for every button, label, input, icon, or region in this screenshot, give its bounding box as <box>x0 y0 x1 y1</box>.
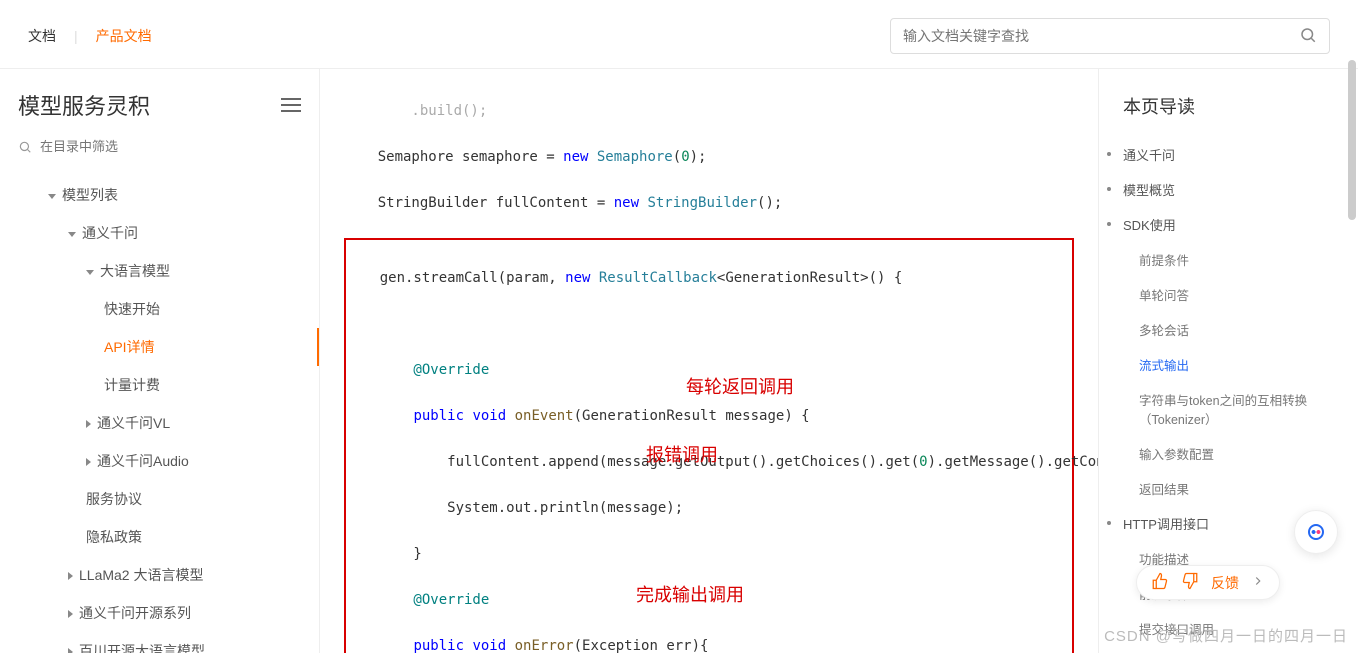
tree-service[interactable]: 服务协议 <box>18 480 301 518</box>
tree-model-list[interactable]: 模型列表 <box>18 176 301 214</box>
doc-search[interactable] <box>890 18 1330 54</box>
tree-tongyi-vl[interactable]: 通义千问VL <box>18 404 301 442</box>
toc-single[interactable]: 单轮问答 <box>1123 277 1342 312</box>
assistant-float-button[interactable] <box>1294 510 1338 554</box>
nav-divider: | <box>74 28 78 44</box>
menu-icon[interactable] <box>281 94 301 116</box>
toc-input[interactable]: 输入参数配置 <box>1123 436 1342 471</box>
toc-sdk[interactable]: SDK使用 <box>1123 207 1342 242</box>
toc-multi[interactable]: 多轮会话 <box>1123 312 1342 347</box>
toc-tongyi[interactable]: 通义千问 <box>1123 137 1342 172</box>
nav-product-doc[interactable]: 产品文档 <box>96 26 152 46</box>
sidebar-title: 模型服务灵积 <box>18 89 150 121</box>
sidebar: 模型服务灵积 模型列表 通义千问 大语言模型 快速开始 API详情 计量计费 通… <box>0 69 320 653</box>
thumbs-up-icon[interactable] <box>1151 572 1169 593</box>
thumbs-down-icon[interactable] <box>1181 572 1199 593</box>
tree-tongyi-open[interactable]: 通义千问开源系列 <box>18 594 301 632</box>
search-icon[interactable] <box>1299 26 1317 47</box>
sidebar-filter[interactable] <box>18 139 301 154</box>
toc-overview[interactable]: 模型概览 <box>1123 172 1342 207</box>
chevron-right-icon[interactable] <box>1251 574 1265 591</box>
search-input[interactable] <box>903 28 1299 44</box>
toc-return[interactable]: 返回结果 <box>1123 471 1342 506</box>
content-area: .build(); Semaphore semaphore = new Sema… <box>320 69 1098 653</box>
filter-input[interactable] <box>40 139 301 154</box>
annotation-per-round: 每轮返回调用 <box>686 376 794 399</box>
code-block: .build(); Semaphore semaphore = new Sema… <box>344 69 1074 653</box>
toc-prereq[interactable]: 前提条件 <box>1123 242 1342 277</box>
nav-doc[interactable]: 文档 <box>28 26 56 46</box>
tree-baichuan[interactable]: 百川开源大语言模型 <box>18 632 301 653</box>
tree-billing[interactable]: 计量计费 <box>18 366 301 404</box>
tree-tongyi[interactable]: 通义千问 <box>18 214 301 252</box>
tree-tongyi-audio[interactable]: 通义千问Audio <box>18 442 301 480</box>
toc-input2[interactable]: 入参描述 <box>1123 646 1342 653</box>
scrollbar-thumb[interactable] <box>1348 60 1356 220</box>
tree-quickstart[interactable]: 快速开始 <box>18 290 301 328</box>
annotation-complete: 完成输出调用 <box>636 584 744 607</box>
feedback-label: 反馈 <box>1211 573 1239 593</box>
tree-llama2[interactable]: LLaMa2 大语言模型 <box>18 556 301 594</box>
toc-tokenizer[interactable]: 字符串与token之间的互相转换（Tokenizer） <box>1123 382 1342 436</box>
annotation-error: 报错调用 <box>646 444 718 467</box>
tree-llm[interactable]: 大语言模型 <box>18 252 301 290</box>
tree-privacy[interactable]: 隐私政策 <box>18 518 301 556</box>
toc-stream[interactable]: 流式输出 <box>1123 347 1342 382</box>
feedback-bar[interactable]: 反馈 <box>1136 565 1280 600</box>
toc-title: 本页导读 <box>1123 93 1342 119</box>
tree-api[interactable]: API详情 <box>18 328 301 366</box>
toc-submit[interactable]: 提交接口调用 <box>1123 611 1342 646</box>
